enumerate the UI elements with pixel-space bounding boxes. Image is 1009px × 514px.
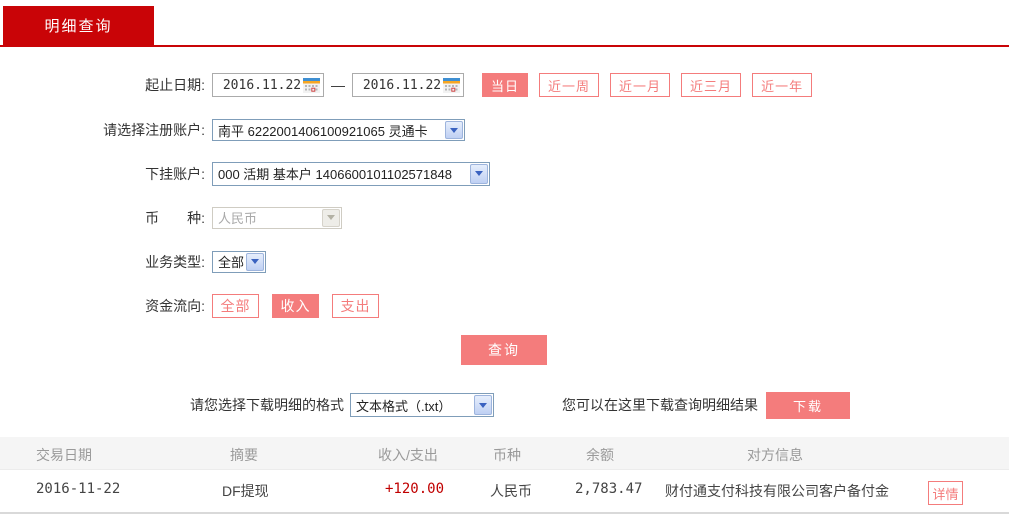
tab-label: 明细查询	[44, 18, 113, 35]
table-row: 2016-11-22 DF提现 +120.00 人民币 2,783.47 财付通…	[0, 470, 1009, 508]
business-type-row: 业务类型: 全部	[0, 250, 266, 273]
header-balance: 余额	[586, 447, 614, 463]
currency-label: 币 种:	[145, 209, 205, 226]
tab-underline	[0, 45, 1009, 47]
quick-range-quarter-button[interactable]: 近三月	[681, 73, 742, 97]
chevron-down-icon[interactable]	[246, 252, 264, 271]
currency-select: 人民币	[212, 206, 342, 229]
sub-account-row: 下挂账户: 000 活期 基本户 1406600101102571848	[0, 161, 490, 186]
date-to-field[interactable]	[352, 73, 464, 97]
sub-account-label: 下挂账户:	[145, 165, 205, 182]
calendar-icon[interactable]	[303, 77, 320, 94]
currency-value: 人民币	[218, 211, 258, 226]
register-account-row: 请选择注册账户: 南平 6222001406100921065 灵通卡	[0, 118, 465, 142]
download-format-label: 请您选择下载明细的格式	[190, 397, 344, 413]
query-button[interactable]: 查询	[461, 335, 547, 365]
cell-currency: 人民币	[490, 483, 532, 499]
download-row: 请您选择下载明细的格式 文本格式（.txt） 您可以在这里下载查询明细结果 下载	[190, 391, 850, 419]
cell-amount: +120.00	[385, 481, 445, 497]
cell-transaction-date: 2016-11-22	[36, 481, 121, 497]
detail-query-page: 明细查询 起止日期: 2016.11.22 — 2016.11.22 当日 近一…	[0, 0, 1009, 514]
date-from-input[interactable]	[219, 75, 305, 95]
cell-summary: DF提现	[222, 483, 269, 499]
chevron-down-icon[interactable]	[474, 395, 492, 415]
table-header: 交易日期 摘要 收入/支出 币种 余额 对方信息	[0, 437, 1009, 470]
register-account-label: 请选择注册账户:	[103, 122, 205, 138]
quick-range-week-button[interactable]: 近一周	[539, 73, 600, 97]
calendar-icon[interactable]	[443, 77, 460, 94]
quick-range-year-button[interactable]: 近一年	[752, 73, 813, 97]
sub-account-value: 000 活期 基本户 1406600101102571848	[218, 167, 452, 182]
date-range-label: 起止日期:	[145, 77, 205, 93]
download-format-value: 文本格式（.txt）	[356, 398, 452, 414]
date-range-row: 起止日期: 2016.11.22 — 2016.11.22 当日 近一周 近一月…	[0, 73, 823, 97]
fund-flow-label: 资金流向:	[145, 298, 205, 314]
date-to-input[interactable]	[359, 75, 445, 95]
fund-flow-expense-button[interactable]: 支出	[332, 294, 379, 318]
chevron-down-icon[interactable]	[470, 163, 488, 184]
fund-flow-income-button[interactable]: 收入	[272, 294, 319, 318]
fund-flow-row: 资金流向: 全部 收入 支出	[0, 294, 392, 318]
quick-range-today-button[interactable]: 当日	[482, 73, 529, 97]
download-button[interactable]: 下载	[766, 391, 850, 419]
header-transaction-date: 交易日期	[36, 447, 92, 463]
register-account-select[interactable]: 南平 6222001406100921065 灵通卡	[212, 119, 465, 141]
cell-counterparty: 财付通支付科技有限公司客户备付金	[665, 483, 889, 499]
business-type-value: 全部	[218, 255, 245, 270]
business-type-select[interactable]: 全部	[212, 250, 266, 273]
download-hint: 您可以在这里下载查询明细结果	[562, 397, 758, 413]
header-currency: 币种	[493, 447, 521, 463]
header-counterparty: 对方信息	[747, 447, 803, 463]
chevron-down-icon	[322, 208, 340, 227]
date-range-separator: —	[331, 77, 345, 93]
quick-range-month-button[interactable]: 近一月	[610, 73, 671, 97]
header-income-expense: 收入/支出	[378, 447, 438, 463]
chevron-down-icon[interactable]	[445, 121, 463, 139]
header-summary: 摘要	[230, 447, 258, 463]
date-from-field[interactable]	[212, 73, 324, 97]
register-account-value: 南平 6222001406100921065 灵通卡	[218, 123, 428, 139]
currency-row: 币 种: 人民币	[0, 206, 342, 229]
download-format-select[interactable]: 文本格式（.txt）	[350, 393, 494, 417]
business-type-label: 业务类型:	[145, 253, 205, 270]
sub-account-select[interactable]: 000 活期 基本户 1406600101102571848	[212, 161, 490, 186]
detail-button[interactable]: 详情	[928, 481, 963, 505]
tab-detail-query[interactable]: 明细查询	[3, 6, 154, 45]
cell-balance: 2,783.47	[575, 481, 643, 497]
quick-range-buttons: 当日 近一周 近一月 近三月 近一年	[482, 73, 823, 97]
fund-flow-all-button[interactable]: 全部	[212, 294, 259, 318]
